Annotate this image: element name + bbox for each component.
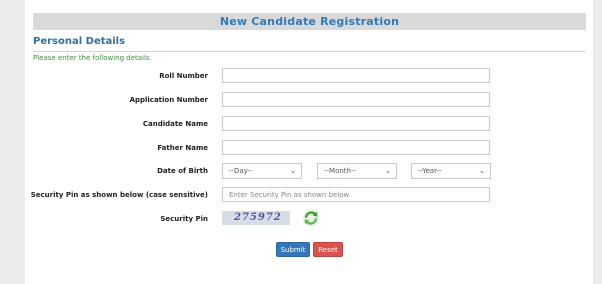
dob-day-value: --Day-- bbox=[229, 167, 253, 175]
roll-number-label: Roll Number bbox=[159, 72, 208, 80]
submit-button[interactable]: Submit bbox=[276, 242, 310, 257]
form-hint: Please enter the following details. bbox=[33, 54, 152, 62]
registration-panel: New Candidate Registration Personal Deta… bbox=[25, 0, 593, 284]
application-number-label: Application Number bbox=[129, 96, 208, 104]
father-name-input[interactable] bbox=[222, 140, 490, 155]
dob-day-select[interactable]: --Day-- ⌄ bbox=[222, 163, 302, 179]
security-pin-input-label: Security Pin as shown below (case sensit… bbox=[30, 191, 208, 199]
roll-number-input[interactable] bbox=[222, 68, 490, 83]
chevron-down-icon: ⌄ bbox=[385, 167, 391, 175]
candidate-name-input[interactable] bbox=[222, 116, 490, 131]
chevron-down-icon: ⌄ bbox=[479, 167, 485, 175]
section-divider bbox=[33, 51, 586, 52]
dob-year-select[interactable]: --Year-- ⌄ bbox=[411, 163, 491, 179]
dob-year-value: --Year-- bbox=[418, 167, 442, 175]
dob-month-select[interactable]: --Month-- ⌄ bbox=[317, 163, 397, 179]
application-number-input[interactable] bbox=[222, 92, 490, 107]
page-title: New Candidate Registration bbox=[33, 13, 586, 30]
candidate-name-label: Candidate Name bbox=[142, 120, 208, 128]
refresh-icon[interactable] bbox=[302, 209, 320, 227]
captcha-image: 275972 bbox=[222, 211, 290, 225]
security-pin-input[interactable] bbox=[222, 187, 490, 202]
dob-month-value: --Month-- bbox=[324, 167, 357, 175]
father-name-label: Father Name bbox=[157, 144, 208, 152]
dob-label: Date of Birth bbox=[157, 167, 208, 175]
reset-button[interactable]: Reset bbox=[313, 242, 343, 257]
chevron-down-icon: ⌄ bbox=[290, 167, 296, 175]
section-title: Personal Details bbox=[33, 36, 126, 47]
security-pin-label: Security Pin bbox=[160, 215, 208, 223]
